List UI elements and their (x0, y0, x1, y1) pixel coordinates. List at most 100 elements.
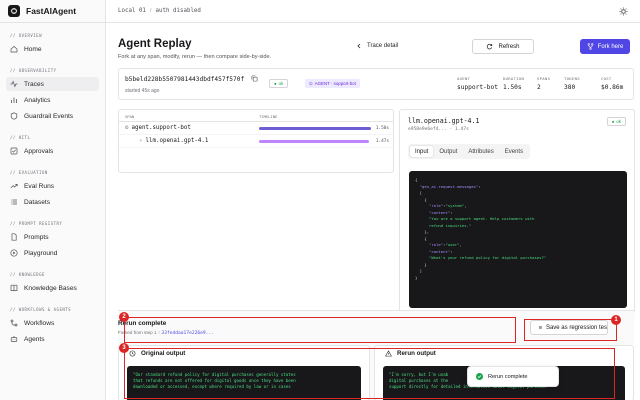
tab-output[interactable]: Output (434, 146, 462, 157)
sidebar-item-playground[interactable]: Playground (6, 246, 99, 260)
sidebar-item-analytics[interactable]: Analytics (6, 93, 99, 107)
status-text: ok (278, 81, 284, 86)
fork-icon (587, 43, 593, 50)
stat-value: 2 (537, 84, 541, 91)
sidebar-item-home[interactable]: Home (6, 42, 99, 56)
page-title: Agent Replay (118, 38, 192, 50)
stat-value: support-bot (457, 84, 498, 91)
sidebar-item-label: Analytics (24, 96, 51, 104)
logo-icon (8, 5, 20, 17)
stat-value: 380 (564, 84, 576, 91)
sidebar-item-label: Guardrail Events (24, 112, 74, 120)
span-column-header: SPAN (125, 114, 135, 119)
timeline-column-header: TIMELINE (259, 114, 278, 119)
bot-icon (10, 335, 18, 343)
trace-id: b5beld228b5507981443dbdf457f570f (125, 76, 245, 83)
sidebar-item-label: Workflows (24, 319, 55, 327)
span-duration-bar (259, 140, 369, 143)
back-label: Trace detail (367, 43, 399, 49)
sidebar: FastAIAgent // OVERVIEW Home // OBSERVABIL… (0, 0, 106, 400)
bot-icon: ⊙ (125, 125, 129, 131)
copy-icon[interactable] (251, 75, 258, 82)
stat-label: TOKENS (564, 76, 580, 81)
trace-summary-card: b5beld228b5507981443dbdf457f570f started… (118, 68, 634, 100)
fork-here-button[interactable]: Fork here (580, 39, 630, 54)
chevron-left-icon (357, 43, 361, 49)
timeline-row[interactable]: ✧ llm.openai.gpt-4.1 1.47s (119, 135, 393, 148)
span-name: ✧ llm.openai.gpt-4.1 (139, 138, 208, 144)
agent-badge: ⊙ AGENT · support-bot (305, 79, 360, 88)
play-icon (10, 249, 18, 257)
agent-badge-text: AGENT · support-bot (314, 81, 356, 86)
marker-box-2 (124, 317, 516, 343)
span-status-badge: ● ok (606, 117, 626, 126)
sidebar-item-label: Eval Runs (24, 182, 55, 190)
stat-value: 1.50s (503, 84, 522, 91)
sidebar-item-datasets[interactable]: Datasets (6, 195, 99, 209)
sidebar-item-approvals[interactable]: Approvals (6, 144, 99, 158)
stat-cost: COST $0.86m (601, 76, 623, 91)
sidebar-item-guardrail-events[interactable]: Guardrail Events (6, 109, 99, 123)
span-duration-bar (259, 127, 371, 130)
bar-chart-icon (10, 96, 18, 104)
refresh-icon (487, 43, 493, 50)
tab-events[interactable]: Events (500, 146, 528, 157)
stat-label: SPANS (537, 76, 551, 81)
sidebar-item-label: Agents (24, 335, 45, 343)
bot-icon: ⊙ (309, 80, 313, 86)
main-content: Agent Replay Fork at any span, modify, r… (106, 23, 640, 400)
sidebar-section-label: // HITL (10, 135, 31, 140)
stat-value: $0.86m (601, 84, 624, 91)
timeline-row[interactable]: ⊙ agent.support-bot 1.50s (119, 122, 393, 135)
refresh-label: Refresh (498, 43, 520, 50)
span-timeline: SPAN TIMELINE ⊙ agent.support-bot 1.50s ✧ ll… (118, 109, 394, 173)
span-duration: 1.50s (375, 126, 389, 131)
sidebar-section-label: // PROMPT REGISTRY (10, 221, 63, 226)
stat-label: AGENT (457, 76, 471, 81)
span-name-text: agent.support-bot (131, 125, 191, 131)
home-icon (10, 45, 18, 53)
span-meta: e958e9e6ef4... · 1.47s (408, 127, 469, 132)
marker-2: 2 (119, 312, 129, 322)
shield-icon (10, 112, 18, 120)
brand[interactable]: FastAIAgent (0, 0, 105, 23)
brand-name: FastAIAgent (26, 6, 77, 16)
sidebar-item-eval-runs[interactable]: Eval Runs (6, 179, 99, 193)
tab-input[interactable]: Input (410, 146, 434, 157)
stat-spans: SPANS 2 (537, 76, 550, 91)
file-icon (10, 233, 18, 241)
sidebar-item-workflows[interactable]: Workflows (6, 316, 99, 330)
activity-icon (10, 80, 18, 88)
page-subtitle: Fork at any span, modify, rerun — then c… (118, 54, 272, 60)
book-icon (10, 284, 18, 292)
timeline-rows: ⊙ agent.support-bot 1.50s ✧ llm.openai.gpt-4… (119, 122, 393, 148)
refresh-button[interactable]: Refresh (472, 39, 534, 54)
span-name: ⊙ agent.support-bot (125, 125, 191, 131)
sidebar-item-label: Knowledge Bases (24, 284, 77, 292)
stat-tokens: TOKENS 380 (564, 76, 580, 91)
tab-attributes[interactable]: Attributes (463, 146, 498, 157)
sidebar-item-agents[interactable]: Agents (6, 332, 99, 346)
sidebar-item-label: Approvals (24, 147, 54, 155)
auth-status: auth disabled (155, 8, 201, 14)
marker-1: 1 (611, 315, 621, 325)
theme-toggle-icon[interactable] (619, 7, 628, 16)
marker-box-3 (124, 348, 615, 399)
crumb-separator: / (149, 8, 152, 14)
sidebar-section-label: // OBSERVABILITY (10, 68, 57, 73)
stat-duration: DURATION 1.50s (503, 76, 524, 91)
marker-3: 3 (119, 343, 129, 353)
sidebar-nav: // OVERVIEW Home // OBSERVABILITY Traces Ana… (0, 23, 105, 346)
sidebar-section-label: // EVALUATION (10, 170, 48, 175)
back-to-trace-link[interactable]: Trace detail (356, 43, 398, 49)
topbar: Local 01 / auth disabled (106, 0, 640, 23)
marker-box-1 (524, 319, 617, 341)
workflow-icon (10, 319, 18, 327)
span-tabs: Input Output Attributes Events (408, 144, 531, 159)
sidebar-item-knowledge-bases[interactable]: Knowledge Bases (6, 281, 99, 295)
span-detail-panel: llm.openai.gpt-4.1 e958e9e6ef4... · 1.47… (399, 109, 635, 314)
span-input-json: { "gen_ai.request.messages": [ { "role":… (409, 171, 627, 308)
sidebar-item-traces[interactable]: Traces (6, 77, 99, 91)
sidebar-section-label: // KNOWLEDGE (10, 272, 45, 277)
sidebar-item-prompts[interactable]: Prompts (6, 230, 99, 244)
